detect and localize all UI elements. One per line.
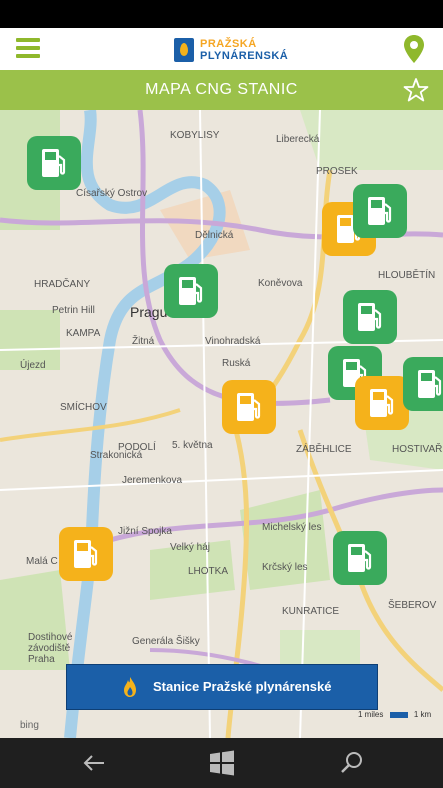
search-icon[interactable] bbox=[338, 750, 366, 776]
back-arrow-icon[interactable] bbox=[80, 750, 108, 776]
stations-banner-button[interactable]: Stanice Pražské plynárenské bbox=[66, 664, 378, 710]
map-label: Dostihové závodiště Praha bbox=[28, 632, 73, 665]
map-label: KUNRATICE bbox=[282, 606, 340, 617]
map-label: Michelský les bbox=[262, 522, 322, 533]
map-label: Císařský Ostrov bbox=[76, 188, 148, 199]
scale-km: 1 km bbox=[413, 710, 432, 719]
logo-line1: PRAŽSKÁ bbox=[200, 38, 257, 50]
map-label: Velký háj bbox=[170, 542, 211, 553]
title-bar: MAPA CNG STANIC bbox=[0, 70, 443, 110]
map-label: PODOLÍ bbox=[118, 442, 156, 453]
map-label: ZÁBĚHLICE bbox=[296, 444, 352, 455]
cng-station-marker[interactable] bbox=[343, 290, 397, 344]
fuel-pump-icon bbox=[368, 197, 392, 225]
location-pin-icon[interactable] bbox=[403, 34, 425, 64]
cng-station-marker[interactable] bbox=[353, 184, 407, 238]
map-label: HRADČANY bbox=[34, 279, 91, 290]
map-label: KOBYLISY bbox=[170, 130, 220, 141]
fuel-pump-icon bbox=[358, 303, 382, 331]
map-label: Dělnická bbox=[195, 230, 234, 241]
bing-logo: bing bbox=[20, 720, 39, 731]
map-label: Liberecká bbox=[276, 134, 320, 145]
map-label: Ruská bbox=[222, 358, 251, 369]
map-label: KAMPA bbox=[66, 328, 101, 339]
cng-station-marker[interactable] bbox=[27, 136, 81, 190]
map-label: HLOUBĚTÍN bbox=[378, 270, 436, 281]
system-nav-bar bbox=[0, 738, 443, 788]
fuel-pump-icon bbox=[370, 389, 394, 417]
logo: PRAŽSKÁ PLYNÁRENSKÁ bbox=[174, 36, 288, 64]
map-label: 5. května bbox=[172, 440, 213, 451]
fuel-pump-icon bbox=[74, 540, 98, 568]
cng-station-marker[interactable] bbox=[403, 357, 443, 411]
flame-icon bbox=[124, 677, 136, 697]
banner-label: Stanice Pražské plynárenské bbox=[153, 679, 332, 694]
map-label: Malá C bbox=[26, 556, 58, 567]
map-label: PROSEK bbox=[316, 166, 358, 177]
hamburger-icon[interactable] bbox=[16, 38, 40, 58]
fuel-pump-icon bbox=[237, 393, 261, 421]
cng-station-marker[interactable] bbox=[355, 376, 409, 430]
map-scale: 1 miles 1 km bbox=[358, 710, 438, 719]
map-label: Jeremenkova bbox=[122, 475, 183, 486]
cng-station-marker[interactable] bbox=[164, 264, 218, 318]
cng-station-marker[interactable] bbox=[222, 380, 276, 434]
map-label: Jižní Spojka bbox=[118, 526, 172, 537]
map-label: LHOTKA bbox=[188, 566, 229, 577]
map-label: Žitná bbox=[132, 336, 155, 347]
map-label: Vinohradská bbox=[205, 336, 261, 347]
map-label: Újezd bbox=[20, 360, 46, 371]
windows-icon[interactable] bbox=[208, 750, 236, 776]
scale-miles: 1 miles bbox=[358, 710, 384, 719]
fuel-pump-icon bbox=[42, 149, 66, 177]
map-label: Generála Šišky bbox=[132, 636, 200, 647]
logo-line2: PLYNÁRENSKÁ bbox=[200, 50, 289, 62]
map-label: SMÍCHOV bbox=[60, 402, 107, 413]
fuel-pump-icon bbox=[418, 370, 442, 398]
map-label: Petrin Hill bbox=[52, 305, 95, 316]
fuel-pump-icon bbox=[348, 544, 372, 572]
map-view[interactable]: KOBYLISY Císařský Ostrov PROSEK Libereck… bbox=[0, 110, 443, 738]
map-label: Koněvova bbox=[258, 278, 303, 289]
status-bar bbox=[0, 0, 443, 28]
app-header: PRAŽSKÁ PLYNÁRENSKÁ bbox=[0, 28, 443, 71]
map-label: HOSTIVAŘ bbox=[392, 444, 443, 455]
page-title: MAPA CNG STANIC bbox=[145, 81, 298, 98]
fuel-pump-icon bbox=[179, 277, 203, 305]
cng-station-marker[interactable] bbox=[333, 531, 387, 585]
map-label: Krčský les bbox=[262, 562, 308, 573]
cng-station-marker[interactable] bbox=[59, 527, 113, 581]
map-label: ŠEBEROV bbox=[388, 600, 437, 611]
logo-flame-icon bbox=[174, 38, 194, 62]
star-icon[interactable] bbox=[403, 77, 429, 103]
